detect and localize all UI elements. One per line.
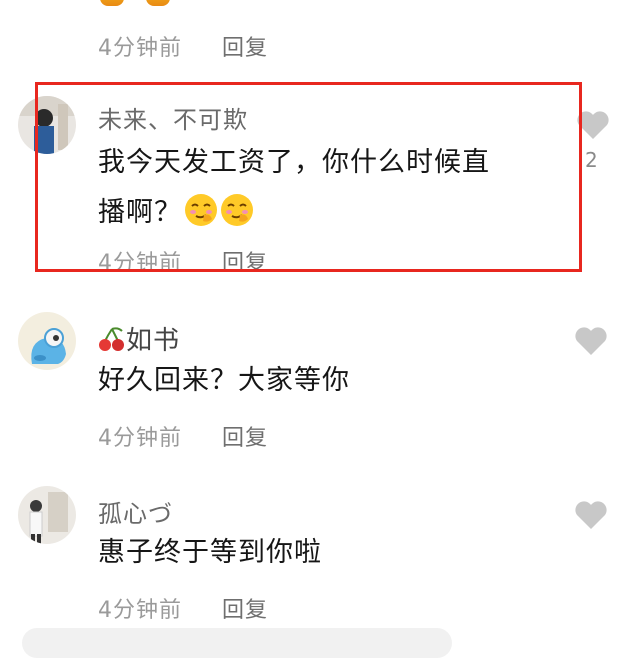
avatar[interactable] bbox=[18, 96, 76, 154]
comment-line: 我今天发工资了，你什么时候直 bbox=[98, 147, 490, 178]
comment-line: 好久回来？大家等你 bbox=[98, 365, 350, 396]
username[interactable]: 如书 bbox=[126, 326, 180, 356]
comment-text: 我今天发工资了，你什么时候直 播啊？ bbox=[98, 138, 568, 238]
comment-time: 4分钟前 bbox=[98, 598, 182, 623]
comment-line-text: 播啊？ bbox=[98, 197, 182, 228]
avatar[interactable] bbox=[18, 486, 76, 544]
cropped-emoji-icon bbox=[100, 0, 124, 6]
smirk-face-icon bbox=[220, 193, 254, 227]
cropped-emoji-icon bbox=[146, 0, 170, 6]
like-count: 2 bbox=[585, 148, 598, 172]
avatar[interactable] bbox=[18, 312, 76, 370]
comment-time: 4分钟前 bbox=[98, 36, 182, 61]
heart-icon[interactable] bbox=[574, 326, 608, 356]
comment-line: 播啊？ bbox=[98, 188, 568, 238]
username[interactable]: 孤心づ bbox=[98, 494, 173, 529]
reply-button[interactable]: 回复 bbox=[222, 592, 268, 624]
username-row: 如书 bbox=[98, 320, 180, 357]
comment-text: 好久回来？大家等你 bbox=[98, 356, 568, 406]
comment-text: 惠子终于等到你啦 bbox=[98, 528, 568, 578]
cherry-icon bbox=[98, 327, 126, 353]
heart-icon[interactable] bbox=[574, 500, 608, 530]
reply-button[interactable]: 回复 bbox=[222, 30, 268, 62]
smirk-face-icon bbox=[184, 193, 218, 227]
comment-time: 4分钟前 bbox=[98, 426, 182, 451]
username[interactable]: 未来、不可欺 bbox=[98, 100, 248, 135]
reply-button[interactable]: 回复 bbox=[222, 420, 268, 452]
comment-input-bar[interactable] bbox=[22, 628, 452, 658]
heart-icon[interactable] bbox=[576, 110, 610, 140]
reply-button[interactable]: 回复 bbox=[222, 245, 268, 277]
comment-line: 惠子终于等到你啦 bbox=[98, 537, 322, 568]
comment-time: 4分钟前 bbox=[98, 251, 182, 276]
